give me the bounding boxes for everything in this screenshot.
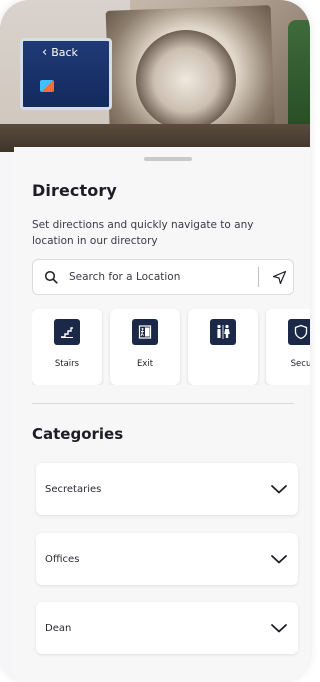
category-label: Offices — [45, 553, 80, 565]
quick-tile-exit[interactable]: Exit — [110, 309, 180, 385]
category-dean[interactable]: Dean — [36, 602, 298, 654]
stairs-icon — [54, 319, 80, 345]
search-divider — [258, 267, 259, 287]
quick-tile-label: Exit — [136, 359, 154, 369]
quick-access-list: Stairs Exit Secu — [32, 309, 310, 385]
page-subtitle: Set directions and quickly navigate to a… — [32, 219, 254, 247]
camera-view: ‹ Back — [0, 0, 310, 152]
quick-tile-label: Stairs — [54, 359, 80, 369]
back-button[interactable]: ‹ Back — [34, 42, 86, 62]
search-bar[interactable] — [32, 259, 294, 295]
quick-tile-security[interactable]: Secu — [266, 309, 310, 385]
chevron-left-icon: ‹ — [42, 44, 48, 60]
section-divider — [32, 403, 294, 404]
chevron-down-icon[interactable] — [270, 480, 288, 499]
chevron-down-icon[interactable] — [270, 619, 288, 638]
sheet-drag-handle[interactable] — [144, 157, 192, 161]
category-label: Dean — [45, 622, 72, 634]
quick-tile-stairs[interactable]: Stairs — [32, 309, 102, 385]
navigation-arrow-icon[interactable] — [265, 270, 293, 285]
security-icon — [288, 319, 310, 345]
search-input[interactable] — [69, 271, 252, 283]
search-icon[interactable] — [33, 270, 69, 284]
categories-heading: Categories — [32, 425, 124, 443]
restroom-icon — [210, 319, 236, 345]
quick-tile-restroom[interactable] — [188, 309, 258, 385]
bottom-sheet: Directory Set directions and quickly nav… — [14, 147, 310, 682]
phone-frame: ‹ Back Directory Set directions and quic… — [0, 0, 310, 682]
brand-logo — [40, 80, 54, 92]
quick-tile-label: Secu — [290, 359, 310, 369]
category-label: Secretaries — [45, 483, 102, 495]
category-secretaries[interactable]: Secretaries — [36, 463, 298, 515]
back-label: Back — [51, 45, 78, 59]
category-offices[interactable]: Offices — [36, 533, 298, 585]
page-title: Directory — [32, 181, 117, 200]
plant — [288, 20, 310, 140]
chevron-down-icon[interactable] — [270, 550, 288, 569]
exit-icon — [132, 319, 158, 345]
